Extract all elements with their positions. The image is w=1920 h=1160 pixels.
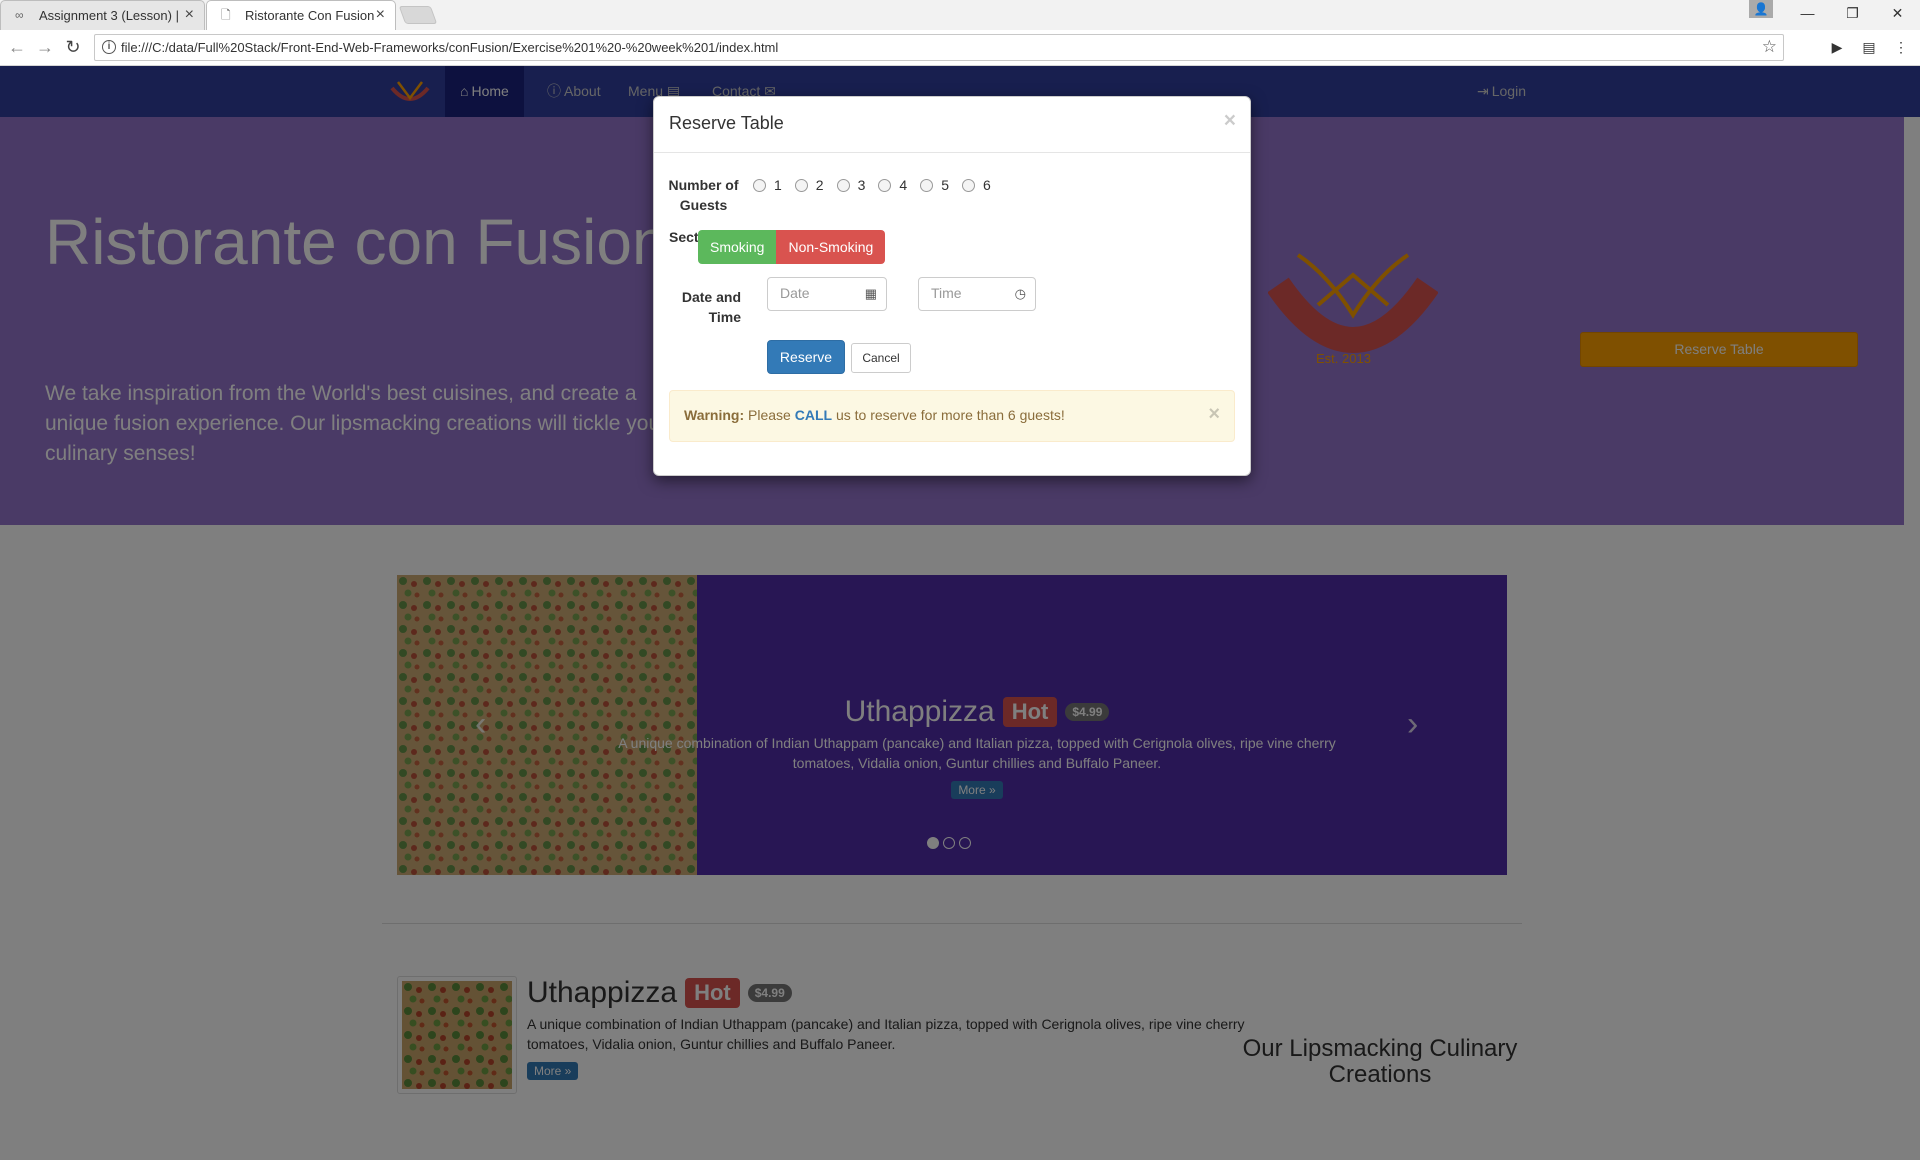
modal-close-icon[interactable]: × xyxy=(1224,109,1236,133)
time-placeholder: Time xyxy=(931,285,962,301)
guests-radio-group: 1 2 3 4 5 6 xyxy=(753,177,1000,193)
time-input[interactable]: Time ◷ xyxy=(918,277,1036,311)
browser-tab-assignment[interactable]: ∞ Assignment 3 (Lesson) | × xyxy=(0,0,205,30)
alert-close-icon[interactable]: × xyxy=(1208,403,1220,426)
tab-label: Assignment 3 (Lesson) | xyxy=(39,8,179,23)
bookmark-star-icon[interactable]: ☆ xyxy=(1762,37,1777,57)
guest-option-4[interactable]: 4 xyxy=(878,177,907,193)
extension-play-icon[interactable]: ▶ xyxy=(1828,38,1846,56)
window-controls: — ❐ ✕ xyxy=(1785,0,1920,30)
modal-title: Reserve Table xyxy=(669,113,784,133)
infinity-icon: ∞ xyxy=(15,8,24,22)
close-window-icon[interactable]: ✕ xyxy=(1875,0,1920,30)
minimize-icon[interactable]: — xyxy=(1785,0,1830,30)
forward-icon[interactable]: → xyxy=(34,37,56,58)
alert-text-post: us to reserve for more than 6 guests! xyxy=(832,407,1065,423)
radio-icon xyxy=(878,178,892,192)
radio-icon xyxy=(961,178,975,192)
warning-alert: Warning: Please CALL us to reserve for m… xyxy=(669,390,1235,442)
non-smoking-button[interactable]: Non-Smoking xyxy=(776,230,886,264)
alert-strong: Warning: xyxy=(684,407,745,423)
close-tab-icon[interactable]: × xyxy=(376,6,385,24)
browser-tabbar: ∞ Assignment 3 (Lesson) | × 🗋 Ristorante… xyxy=(0,0,1920,30)
guest-option-1[interactable]: 1 xyxy=(753,177,782,193)
alert-text-pre: Please xyxy=(744,407,795,423)
info-icon[interactable]: i xyxy=(102,40,116,54)
browser-menu-icon[interactable]: ⋮ xyxy=(1892,38,1910,56)
reserve-button[interactable]: Reserve xyxy=(767,340,845,374)
reload-icon[interactable]: ↻ xyxy=(62,37,84,58)
page-icon: 🗋 xyxy=(221,8,231,22)
extension-reader-icon[interactable]: ▤ xyxy=(1860,38,1878,56)
url-text: file:///C:/data/Full%20Stack/Front-End-W… xyxy=(121,40,779,55)
page-viewport: ⌂Home ⓘAbout Menu ▤ Contact ✉ ⇥Login Ris… xyxy=(0,66,1920,1160)
section-button-group: Smoking Non-Smoking xyxy=(698,230,886,264)
guest-option-2[interactable]: 2 xyxy=(794,177,824,193)
browser-tab-ristorante[interactable]: 🗋 Ristorante Con Fusion × xyxy=(206,0,396,30)
new-tab-button[interactable] xyxy=(398,6,438,24)
date-input[interactable]: Date ▦ xyxy=(767,277,887,311)
radio-icon xyxy=(920,178,934,192)
datetime-label: Date and Time xyxy=(681,289,741,325)
clock-icon: ◷ xyxy=(1014,286,1026,301)
close-tab-icon[interactable]: × xyxy=(185,6,194,24)
date-placeholder: Date xyxy=(780,285,810,301)
guest-option-3[interactable]: 3 xyxy=(836,177,865,193)
guest-option-5[interactable]: 5 xyxy=(920,177,949,193)
profile-icon[interactable]: 👤 xyxy=(1749,0,1773,18)
tab-label: Ristorante Con Fusion xyxy=(245,8,375,23)
radio-icon xyxy=(753,178,766,192)
guests-label: Number of Guests xyxy=(668,177,739,213)
reserve-table-modal: Reserve Table × Number of Guests 1 2 3 4… xyxy=(653,96,1251,476)
restore-icon[interactable]: ❐ xyxy=(1830,0,1875,30)
address-bar: ← → ↻ i file:///C:/data/Full%20Stack/Fro… xyxy=(0,30,1920,66)
call-link[interactable]: CALL xyxy=(795,407,832,423)
modal-header: Reserve Table × xyxy=(654,97,1250,153)
guest-option-6[interactable]: 6 xyxy=(961,177,991,193)
smoking-button[interactable]: Smoking xyxy=(698,230,777,264)
url-input[interactable]: i file:///C:/data/Full%20Stack/Front-End… xyxy=(94,34,1784,61)
back-icon[interactable]: ← xyxy=(6,37,28,58)
calendar-icon: ▦ xyxy=(864,286,877,301)
radio-icon xyxy=(794,178,808,192)
cancel-button[interactable]: Cancel xyxy=(851,343,911,373)
radio-icon xyxy=(836,178,850,192)
